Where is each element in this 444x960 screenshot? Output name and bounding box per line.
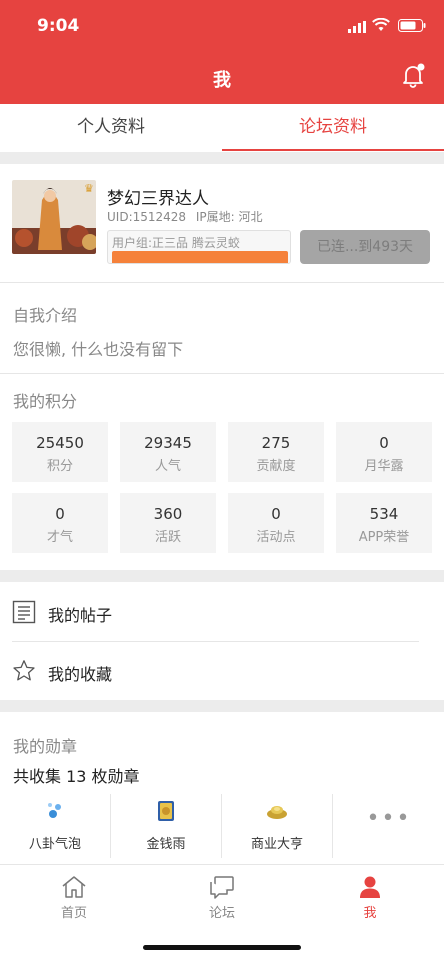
point-card: 275 贡献度 xyxy=(228,422,324,482)
tabbar-me[interactable]: 我 xyxy=(296,875,444,921)
divider xyxy=(0,373,444,374)
tabbar-label: 论坛 xyxy=(208,906,235,921)
point-value: 29345 xyxy=(144,434,192,452)
intro-text: 您很懒, 什么也没有留下 xyxy=(13,340,184,359)
point-name: 月华露 xyxy=(364,459,404,474)
user-group-box: 用户组:正三品 腾云灵蛟 xyxy=(107,230,291,264)
point-card: 0 月华露 xyxy=(336,422,432,482)
menu-item-label: 我的收藏 xyxy=(48,665,113,684)
menu-item-label: 我的帖子 xyxy=(48,606,113,625)
medals-label: 我的勋章 xyxy=(13,737,78,756)
more-medals-icon[interactable]: ••• xyxy=(334,806,444,831)
point-name: 人气 xyxy=(154,459,181,474)
point-card: 0 才气 xyxy=(12,493,108,553)
tab-personal-info[interactable]: 个人资料 xyxy=(0,104,222,152)
tabbar-forum[interactable]: 论坛 xyxy=(148,875,296,921)
tabbar-home[interactable]: 首页 xyxy=(0,875,148,921)
gold-ingot-medal-icon xyxy=(267,806,287,819)
point-value: 0 xyxy=(379,434,389,452)
wifi-icon xyxy=(372,18,390,31)
point-name: APP荣誉 xyxy=(358,530,410,545)
medal-item[interactable]: 商业大亨 xyxy=(222,794,332,858)
active-tab-indicator xyxy=(222,149,444,151)
medal-item[interactable]: 金钱雨 xyxy=(111,794,221,858)
money-rain-medal-icon xyxy=(158,801,174,821)
intro-label: 自我介绍 xyxy=(13,306,78,325)
battery-icon xyxy=(398,19,426,32)
point-value: 25450 xyxy=(36,434,84,452)
point-value: 0 xyxy=(271,505,281,523)
medal-name: 商业大亨 xyxy=(250,837,303,852)
point-card: 29345 人气 xyxy=(120,422,216,482)
bubble-medal-icon xyxy=(48,803,61,818)
app-header: 9:04 我 xyxy=(0,0,444,104)
home-indicator xyxy=(143,945,301,950)
point-name: 积分 xyxy=(46,459,73,474)
crown-icon: ♛ xyxy=(84,182,94,195)
point-name: 才气 xyxy=(46,530,73,545)
point-value: 0 xyxy=(55,505,65,523)
menu-item-my-posts[interactable]: 我的帖子 xyxy=(0,583,444,641)
ip-location: IP属地: 河北 xyxy=(195,210,263,224)
point-card: 360 活跃 xyxy=(120,493,216,553)
home-icon xyxy=(62,876,86,898)
point-card: 25450 积分 xyxy=(12,422,108,482)
section-gap xyxy=(0,570,444,582)
status-bar: 9:04 xyxy=(0,14,444,38)
section-gap xyxy=(0,152,444,164)
status-time: 9:04 xyxy=(37,16,80,36)
user-group: 用户组:正三品 腾云灵蛟 xyxy=(112,236,240,250)
medal-name: 金钱雨 xyxy=(146,837,186,852)
profile-tabs: 个人资料 论坛资料 xyxy=(0,104,444,152)
document-icon xyxy=(12,600,36,624)
section-gap xyxy=(0,700,444,712)
point-card: 0 活动点 xyxy=(228,493,324,553)
medal-item[interactable]: 八卦气泡 xyxy=(0,794,110,858)
user-id-line: UID:1512428 IP属地: 河北 xyxy=(107,208,263,225)
divider xyxy=(0,282,444,283)
page-title: 我 xyxy=(213,70,231,91)
user-group-progress-bar xyxy=(112,251,288,263)
profile-card: ♛ 梦幻三界达人 UID:1512428 IP属地: 河北 用户组:正三品 腾云… xyxy=(0,164,444,282)
tab-forum-info[interactable]: 论坛资料 xyxy=(222,104,444,152)
user-id: UID:1512428 xyxy=(107,210,187,224)
person-icon xyxy=(360,876,380,898)
point-value: 534 xyxy=(369,505,399,523)
signal-icon xyxy=(348,21,366,33)
tabbar-label: 首页 xyxy=(60,906,87,921)
point-name: 贡献度 xyxy=(256,459,296,474)
star-icon xyxy=(13,660,35,681)
point-name: 活动点 xyxy=(256,530,296,545)
point-name: 活跃 xyxy=(154,530,181,545)
tabbar-label: 我 xyxy=(363,906,377,921)
medals-count: 共收集 13 枚勋章 xyxy=(13,767,140,786)
point-card: 534 APP荣誉 xyxy=(336,493,432,553)
notification-bell-icon[interactable] xyxy=(400,62,426,88)
checkin-button[interactable]: 已连...到493天 xyxy=(300,230,430,264)
point-value: 275 xyxy=(261,434,291,452)
menu-item-my-favorites[interactable]: 我的收藏 xyxy=(0,642,444,700)
point-value: 360 xyxy=(153,505,183,523)
medal-name: 八卦气泡 xyxy=(28,837,81,852)
divider xyxy=(332,794,333,858)
chat-icon xyxy=(210,876,234,899)
username: 梦幻三界达人 xyxy=(107,189,209,209)
points-label: 我的积分 xyxy=(13,392,78,411)
